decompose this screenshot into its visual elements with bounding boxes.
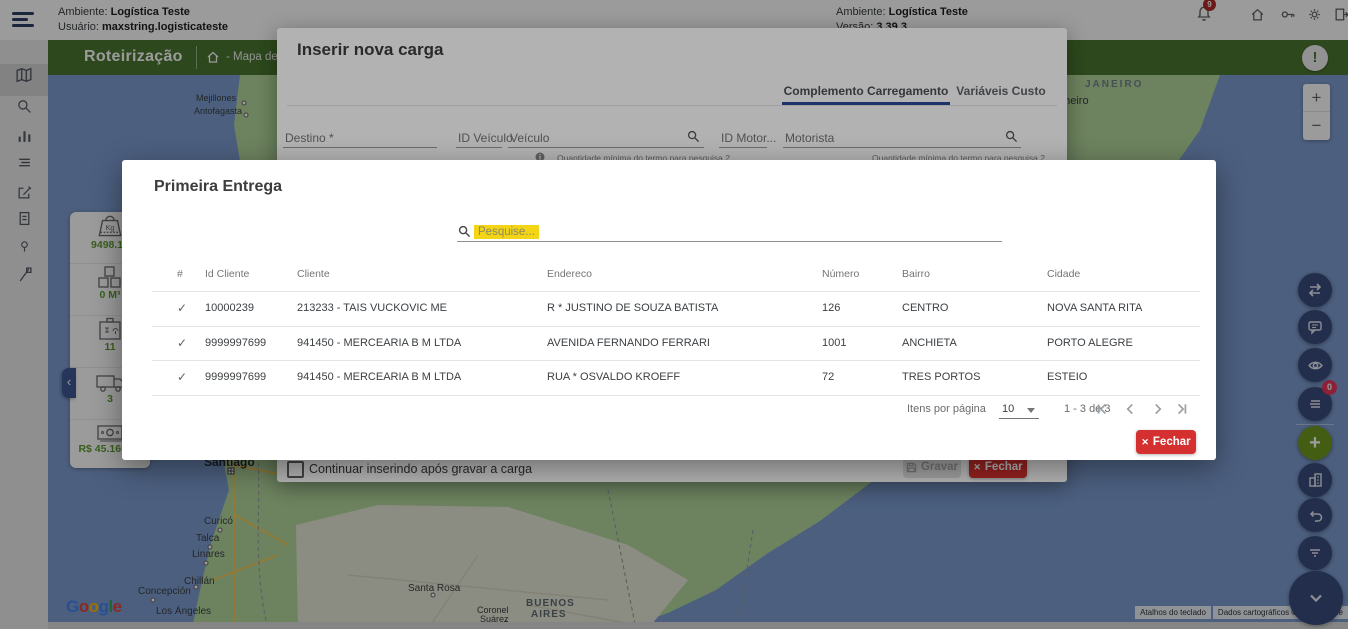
modal-entrega-title: Primeira Entrega (154, 178, 282, 196)
first-page-icon[interactable] (1094, 401, 1110, 417)
row-selected-check-icon[interactable]: ✓ (152, 301, 205, 315)
cell-numero: 1001 (822, 337, 902, 349)
cell-cliente: 213233 - TAIS VUCKOVIC ME (297, 302, 547, 314)
cell-cidade: PORTO ALEGRE (1047, 337, 1200, 349)
table-divider (152, 326, 1200, 327)
col-cliente: Cliente (297, 268, 547, 280)
cell-cidade: NOVA SANTA RITA (1047, 302, 1200, 314)
fechar-label: Fechar (1153, 436, 1191, 448)
cell-endereco: AVENIDA FERNANDO FERRARI (547, 337, 822, 349)
cell-numero: 126 (822, 302, 902, 314)
table-header-row: # Id Cliente Cliente Endereco Número Bai… (152, 264, 1200, 284)
items-per-page-label: Itens por página (907, 403, 986, 415)
previous-page-icon[interactable] (1122, 401, 1138, 417)
next-page-icon[interactable] (1150, 401, 1166, 417)
table-row[interactable]: ✓ 9999997699 941450 - MERCEARIA B M LTDA… (152, 367, 1200, 387)
table-divider (152, 291, 1200, 292)
items-per-page-select[interactable]: 10 (1002, 403, 1014, 415)
cell-cliente: 941450 - MERCEARIA B M LTDA (297, 371, 547, 383)
table-divider (152, 360, 1200, 361)
cell-cliente: 941450 - MERCEARIA B M LTDA (297, 337, 547, 349)
cell-id-cliente: 9999997699 (205, 371, 297, 383)
per-page-caret-icon[interactable] (1027, 408, 1035, 413)
col-numero: Número (822, 268, 902, 280)
modal-primeira-entrega: Primeira Entrega Pesquise... # Id Client… (122, 160, 1216, 460)
per-page-underline (999, 418, 1039, 419)
col-check: # (152, 268, 205, 280)
search-underline (457, 241, 1002, 242)
table-search-icon (458, 225, 471, 238)
cell-cidade: ESTEIO (1047, 371, 1200, 383)
cell-id-cliente: 10000239 (205, 302, 297, 314)
table-row[interactable]: ✓ 9999997699 941450 - MERCEARIA B M LTDA… (152, 333, 1200, 353)
col-cidade: Cidade (1047, 268, 1200, 280)
cell-bairro: CENTRO (902, 302, 1047, 314)
table-row[interactable]: ✓ 10000239 213233 - TAIS VUCKOVIC ME R *… (152, 298, 1200, 318)
modal-entrega-fechar-button[interactable]: ✕ Fechar (1136, 430, 1196, 454)
table-search-input[interactable]: Pesquise... (474, 222, 1002, 240)
app-screen: JANEIRO aneiro Mejillones Antofagasta Sa… (0, 0, 1348, 629)
cell-bairro: ANCHIETA (902, 337, 1047, 349)
cell-endereco: RUA * OSVALDO KROEFF (547, 371, 822, 383)
last-page-icon[interactable] (1174, 401, 1190, 417)
row-selected-check-icon[interactable]: ✓ (152, 336, 205, 350)
col-id-cliente: Id Cliente (205, 268, 297, 280)
cell-bairro: TRES PORTOS (902, 371, 1047, 383)
close-icon: ✕ (1141, 437, 1149, 448)
table-divider (152, 395, 1200, 396)
search-placeholder-highlighted: Pesquise... (474, 225, 539, 239)
cell-endereco: R * JUSTINO DE SOUZA BATISTA (547, 302, 822, 314)
col-endereco: Endereco (547, 268, 822, 280)
row-selected-check-icon[interactable]: ✓ (152, 370, 205, 384)
col-bairro: Bairro (902, 268, 1047, 280)
cell-id-cliente: 9999997699 (205, 337, 297, 349)
cell-numero: 72 (822, 371, 902, 383)
